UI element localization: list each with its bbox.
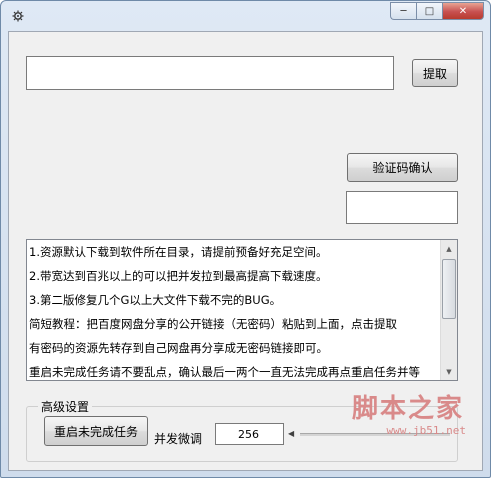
- fetch-button[interactable]: 提取: [412, 59, 458, 87]
- info-line: 1.资源默认下载到软件所在目录，请提前预备好充足空间。: [29, 245, 328, 259]
- caption-buttons: ─ □ ✕: [390, 2, 484, 20]
- slider-left-arrow-icon[interactable]: ◀: [288, 429, 294, 438]
- info-line: 简短教程：把百度网盘分享的公开链接（无密码）粘贴到上面，点击提取: [29, 317, 397, 331]
- close-button[interactable]: ✕: [442, 2, 484, 20]
- slider-track[interactable]: [300, 433, 450, 436]
- captcha-confirm-label: 验证码确认: [372, 161, 433, 175]
- maximize-button[interactable]: □: [416, 2, 442, 20]
- share-link-input[interactable]: [26, 56, 394, 90]
- restart-unfinished-button[interactable]: 重启未完成任务: [44, 416, 148, 446]
- app-window: ─ □ ✕ 提取 验证码确认 1.资源默认下载到软件所在目录，请提前预备好充足空…: [0, 0, 491, 478]
- captcha-confirm-button[interactable]: 验证码确认: [347, 153, 458, 182]
- captcha-input[interactable]: [346, 191, 458, 224]
- minimize-button[interactable]: ─: [390, 2, 416, 20]
- maximize-icon: □: [424, 5, 435, 17]
- fetch-button-label: 提取: [422, 66, 447, 81]
- info-line: 有密码的资源先转存到自己网盘再分享成无密码链接即可。: [29, 341, 328, 355]
- close-icon: ✕: [458, 5, 468, 17]
- info-line: 2.带宽达到百兆以上的可以把并发拉到最高提高下载速度。: [29, 269, 328, 283]
- concurrency-input[interactable]: [215, 423, 284, 445]
- advanced-settings-label: 高级设置: [38, 398, 93, 415]
- info-lines: 1.资源默认下载到软件所在目录，请提前预备好充足空间。 2.带宽达到百兆以上的可…: [29, 240, 439, 380]
- vertical-scrollbar[interactable]: ▲ ▼: [440, 240, 457, 380]
- concurrency-label: 并发微调: [154, 432, 203, 446]
- gear-app-icon[interactable]: [11, 10, 25, 22]
- restart-unfinished-label: 重启未完成任务: [53, 424, 138, 439]
- info-line: 3.第二版修复几个G以上大文件下载不完的BUG。: [29, 293, 282, 307]
- title-bar[interactable]: ─ □ ✕: [1, 1, 490, 31]
- info-line: 重启未完成任务请不要乱点，确认最后一两个一直无法完成再点重启任务并等: [29, 365, 420, 379]
- scroll-down-arrow-icon[interactable]: ▼: [441, 363, 457, 380]
- info-textbox[interactable]: 1.资源默认下载到软件所在目录，请提前预备好充足空间。 2.带宽达到百兆以上的可…: [26, 239, 458, 381]
- scrollbar-thumb[interactable]: [442, 259, 456, 319]
- concurrency-slider[interactable]: ◀: [286, 423, 458, 445]
- client-area: 提取 验证码确认 1.资源默认下载到软件所在目录，请提前预备好充足空间。 2.带…: [8, 31, 483, 471]
- minimize-icon: ─: [400, 5, 407, 17]
- scroll-up-arrow-icon[interactable]: ▲: [441, 240, 457, 257]
